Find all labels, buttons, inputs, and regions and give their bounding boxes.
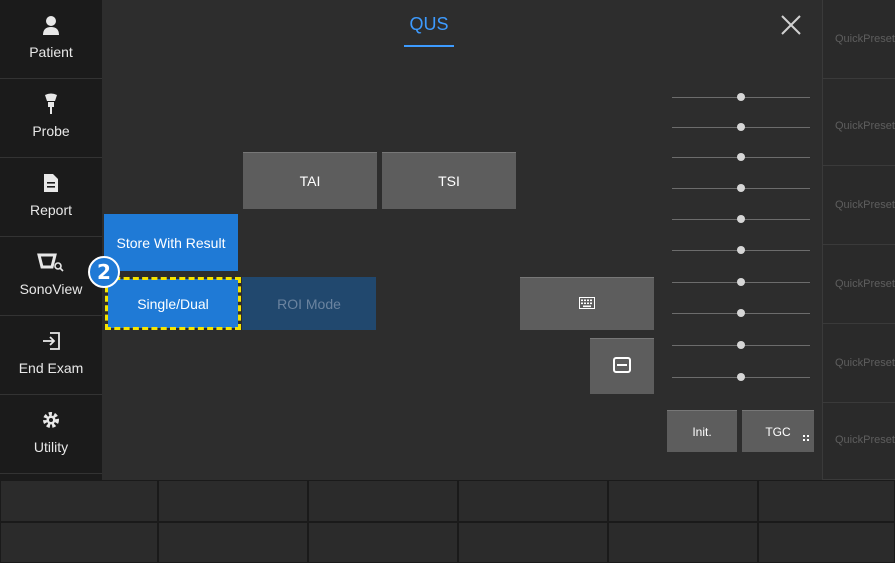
screen-icon <box>613 357 631 376</box>
sidebar-item-label: SonoView <box>19 281 83 297</box>
tgc-slider-knob[interactable] <box>737 123 745 131</box>
sidebar-item-label: End Exam <box>18 360 84 376</box>
softkey-cell[interactable] <box>158 480 308 522</box>
tgc-slider-knob[interactable] <box>737 278 745 286</box>
keyboard-icon <box>579 296 595 312</box>
sonoview-icon <box>37 251 65 273</box>
tgc-slider-knob[interactable] <box>737 184 745 192</box>
tgc-slider-knob[interactable] <box>737 246 745 254</box>
sidebar-item-utility[interactable]: Utility <box>0 395 102 474</box>
tgc-slider-knob[interactable] <box>737 153 745 161</box>
init-button[interactable]: Init. <box>667 410 737 452</box>
sidebar: Patient Probe Report SonoView End Exam U… <box>0 0 102 480</box>
softkey-cell[interactable] <box>0 480 158 522</box>
softkey-cell[interactable] <box>0 522 158 563</box>
store-with-result-button[interactable]: Store With Result <box>104 214 238 271</box>
tgc-label: TGC <box>765 424 791 439</box>
softkey-cell[interactable] <box>608 522 758 563</box>
tgc-slider-knob[interactable] <box>737 93 745 101</box>
tsi-button[interactable]: TSI <box>382 152 516 209</box>
end-exam-icon <box>41 330 61 352</box>
tai-button[interactable]: TAI <box>243 152 377 209</box>
sidebar-item-sonoview[interactable]: SonoView <box>0 237 102 316</box>
step-badge: 2 <box>88 256 120 288</box>
softkey-cell[interactable] <box>608 480 758 522</box>
person-icon <box>42 14 60 36</box>
quick-preset-button[interactable]: QuickPreset <box>823 0 895 79</box>
probe-icon <box>43 93 59 115</box>
softkey-cell[interactable] <box>458 480 608 522</box>
qus-panel: QUS TAI TSI Store With Result Single/Dua… <box>102 0 822 480</box>
quick-preset-button[interactable]: QuickPreset <box>823 166 895 245</box>
softkey-cell[interactable] <box>758 522 895 563</box>
softkey-cell[interactable] <box>308 480 458 522</box>
tgc-slider-knob[interactable] <box>737 341 745 349</box>
gear-icon <box>41 409 61 431</box>
report-icon <box>43 172 59 194</box>
sidebar-item-label: Report <box>29 202 73 218</box>
page-title[interactable]: QUS <box>399 14 459 35</box>
sidebar-item-label: Probe <box>32 123 70 139</box>
softkey-cell[interactable] <box>758 480 895 522</box>
quick-preset-panel: QuickPreset QuickPreset QuickPreset Quic… <box>822 0 895 480</box>
sidebar-item-patient[interactable]: Patient <box>0 0 102 79</box>
title-underline <box>404 45 454 47</box>
close-icon[interactable] <box>778 12 804 38</box>
sidebar-item-probe[interactable]: Probe <box>0 79 102 158</box>
softkey-grid <box>0 480 895 563</box>
keyboard-button[interactable] <box>520 277 654 330</box>
softkey-cell[interactable] <box>458 522 608 563</box>
highlight-box <box>105 277 241 330</box>
quick-preset-button[interactable]: QuickPreset <box>823 245 895 324</box>
sidebar-item-report[interactable]: Report <box>0 158 102 237</box>
quick-preset-button[interactable]: QuickPreset <box>823 87 895 166</box>
tgc-slider-knob[interactable] <box>737 309 745 317</box>
tgc-button[interactable]: TGC <box>742 410 814 452</box>
tgc-slider-knob[interactable] <box>737 373 745 381</box>
display-toggle-button[interactable] <box>590 338 654 394</box>
sidebar-item-label: Patient <box>29 44 73 60</box>
roi-mode-button: ROI Mode <box>242 277 376 330</box>
grip-icon <box>803 430 809 444</box>
softkey-cell[interactable] <box>158 522 308 563</box>
quick-preset-button[interactable]: QuickPreset <box>823 401 895 480</box>
sidebar-item-end-exam[interactable]: End Exam <box>0 316 102 395</box>
softkey-cell[interactable] <box>308 522 458 563</box>
tgc-slider-knob[interactable] <box>737 215 745 223</box>
sidebar-item-label: Utility <box>33 439 69 455</box>
quick-preset-button[interactable]: QuickPreset <box>823 324 895 403</box>
